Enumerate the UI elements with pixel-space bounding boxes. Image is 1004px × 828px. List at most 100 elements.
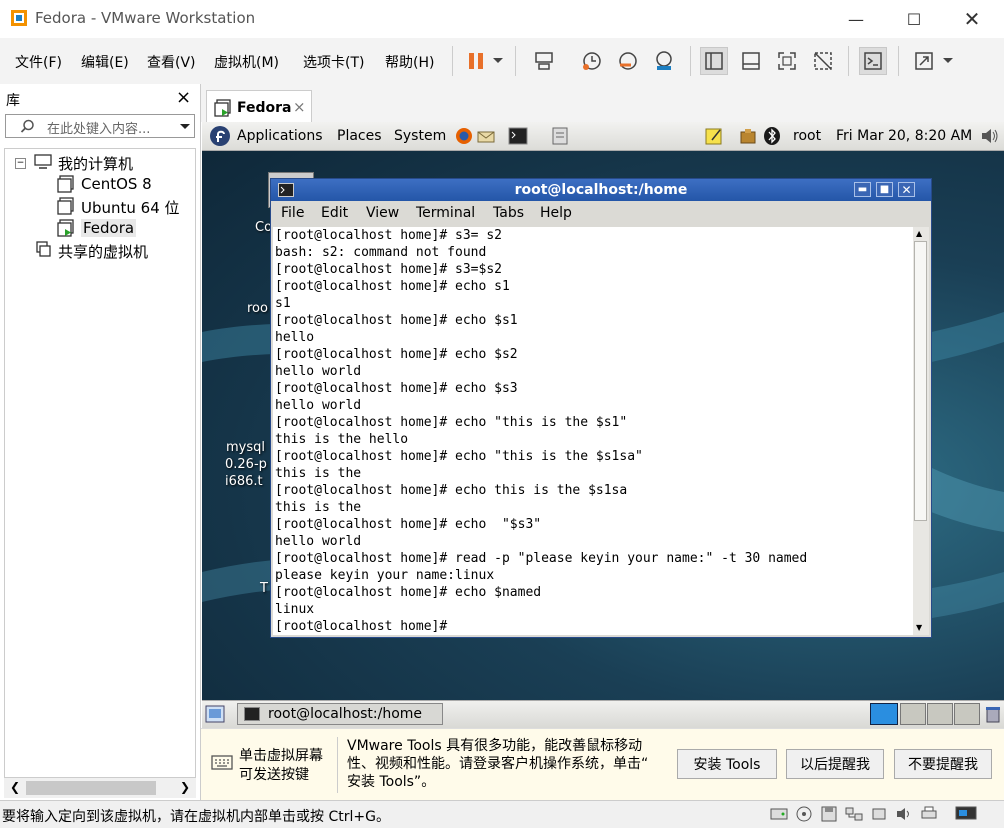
chevron-down-icon[interactable]	[938, 47, 958, 75]
workspace-4[interactable]	[954, 703, 980, 725]
workspace-1[interactable]	[870, 703, 898, 725]
terminal-launcher-icon[interactable]	[508, 127, 528, 145]
terminal-line: this is the hello	[275, 432, 409, 447]
snapshot-icon[interactable]	[578, 47, 606, 75]
menu-vm[interactable]: 虚拟机(M)	[214, 52, 279, 72]
update-package-icon[interactable]	[739, 127, 757, 145]
never-remind-button[interactable]: 不要提醒我	[894, 749, 992, 779]
guest-screen[interactable]: Applications Places System root Fri Mar …	[202, 122, 1004, 728]
printer-icon[interactable]	[920, 806, 938, 822]
terminal-line: bash: s2: command not found	[275, 245, 487, 260]
trash-icon[interactable]	[984, 705, 1002, 723]
tab-close-button[interactable]: ×	[293, 98, 306, 116]
hint-line-1: 单击虚拟屏幕	[239, 748, 323, 764]
chevron-down-icon[interactable]	[179, 123, 191, 131]
tree-my-computer[interactable]: 我的计算机	[58, 153, 133, 174]
bluetooth-icon[interactable]	[763, 126, 781, 146]
revert-snapshot-icon[interactable]	[614, 47, 642, 75]
title-bar: Fedora - VMware Workstation — ☐ ✕	[0, 0, 1004, 38]
workspace-3[interactable]	[927, 703, 953, 725]
install-tools-button[interactable]: 安装 Tools	[677, 749, 777, 779]
hint-line-2: 可发送按键	[239, 767, 309, 783]
stretch-guest-icon[interactable]	[910, 47, 938, 75]
hard-disk-icon[interactable]	[770, 806, 788, 822]
desktop-label[interactable]: roo	[247, 301, 268, 316]
usb-icon[interactable]	[870, 806, 888, 822]
terminal-menu-file[interactable]: File	[281, 205, 304, 221]
desktop-label[interactable]: 0.26-p	[225, 457, 267, 472]
show-desktop-icon[interactable]	[205, 705, 225, 723]
vm-running-icon	[214, 99, 231, 117]
library-search-input[interactable]: 在此处键入内容...	[5, 114, 195, 138]
vm-tab-strip	[201, 84, 1004, 122]
scroll-right-icon[interactable]: ❯	[180, 780, 190, 794]
show-library-icon[interactable]	[700, 47, 728, 75]
send-ctrl-alt-del-icon[interactable]	[530, 47, 558, 75]
menu-system[interactable]: System	[394, 128, 446, 144]
display-icon[interactable]	[955, 806, 977, 822]
terminal-minimize-button[interactable]: ▬	[854, 182, 871, 197]
terminal-output[interactable]: [root@localhost home]# s3= s2 bash: s2: …	[273, 227, 913, 635]
scroll-left-icon[interactable]: ❮	[10, 780, 20, 794]
menu-toolbar: 文件(F) 编辑(E) 查看(V) 虚拟机(M) 选项卡(T) 帮助(H)	[0, 38, 1004, 85]
minimize-button[interactable]: —	[834, 4, 878, 34]
workspace-2[interactable]	[900, 703, 926, 725]
library-close-button[interactable]: ×	[176, 87, 191, 108]
notes-icon[interactable]	[551, 127, 569, 145]
desktop-label[interactable]: i686.t	[225, 474, 263, 489]
menu-view[interactable]: 查看(V)	[147, 52, 196, 72]
tree-vm-fedora[interactable]: Fedora	[81, 219, 137, 237]
unity-mode-icon[interactable]	[809, 47, 837, 75]
scrollbar-thumb[interactable]	[26, 781, 156, 795]
menu-places[interactable]: Places	[337, 128, 382, 144]
tree-vm-centos[interactable]: CentOS 8	[81, 175, 152, 193]
scrollbar-thumb[interactable]	[914, 241, 927, 521]
terminal-scrollbar[interactable]: ▲ ▼	[913, 227, 929, 635]
menu-applications[interactable]: Applications	[237, 128, 323, 144]
notes-applet-icon[interactable]	[704, 126, 724, 146]
tree-shared-vms[interactable]: 共享的虚拟机	[58, 241, 148, 262]
terminal-menu-edit[interactable]: Edit	[321, 205, 348, 221]
menu-edit[interactable]: 编辑(E)	[81, 52, 129, 72]
taskbar-item-label: root@localhost:/home	[268, 706, 423, 722]
taskbar-terminal-button[interactable]: root@localhost:/home	[237, 703, 443, 725]
menu-tabs[interactable]: 选项卡(T)	[303, 52, 364, 72]
library-horizontal-scrollbar[interactable]: ❮ ❯	[4, 778, 196, 798]
scroll-up-icon[interactable]: ▲	[916, 229, 922, 238]
panel-clock[interactable]: Fri Mar 20, 8:20 AM	[836, 128, 972, 144]
terminal-close-button[interactable]: ✕	[898, 182, 915, 197]
pause-icon[interactable]	[462, 47, 490, 75]
network-icon[interactable]	[845, 806, 863, 822]
maximize-button[interactable]: ☐	[892, 4, 936, 34]
sound-icon[interactable]	[895, 806, 913, 822]
cd-rom-icon[interactable]	[795, 806, 813, 822]
firefox-icon[interactable]	[455, 127, 473, 145]
chevron-down-icon[interactable]	[488, 47, 508, 75]
desktop-label[interactable]: mysql	[226, 440, 265, 455]
desktop-label[interactable]: T	[260, 581, 268, 596]
terminal-window[interactable]: root@localhost:/home ▬ ■ ✕ File Edit Vie…	[270, 178, 932, 638]
full-screen-icon[interactable]	[773, 47, 801, 75]
console-view-icon[interactable]	[859, 47, 887, 75]
terminal-menu-view[interactable]: View	[366, 205, 399, 221]
tools-message-line-3: 安装 Tools”。	[347, 774, 436, 790]
remind-later-button[interactable]: 以后提醒我	[786, 749, 884, 779]
mail-icon[interactable]	[477, 127, 495, 145]
floppy-icon[interactable]	[820, 806, 838, 822]
menu-file[interactable]: 文件(F)	[15, 52, 62, 72]
panel-user-name[interactable]: root	[793, 128, 821, 144]
terminal-maximize-button[interactable]: ■	[876, 182, 893, 197]
volume-icon[interactable]	[980, 127, 1000, 145]
terminal-menu-help[interactable]: Help	[540, 205, 572, 221]
terminal-menu-terminal[interactable]: Terminal	[416, 205, 475, 221]
tree-collapse-toggle[interactable]: −	[15, 158, 26, 169]
tab-fedora[interactable]: Fedora ×	[206, 90, 312, 126]
terminal-menu-tabs[interactable]: Tabs	[493, 205, 524, 221]
close-window-button[interactable]: ✕	[950, 4, 994, 34]
terminal-titlebar[interactable]: root@localhost:/home ▬ ■ ✕	[271, 179, 931, 201]
shared-vm-icon	[36, 241, 51, 257]
thumbnail-bar-icon[interactable]	[737, 47, 765, 75]
scroll-down-icon[interactable]: ▼	[916, 623, 922, 632]
menu-help[interactable]: 帮助(H)	[385, 52, 434, 72]
snapshot-manager-icon[interactable]	[650, 47, 678, 75]
